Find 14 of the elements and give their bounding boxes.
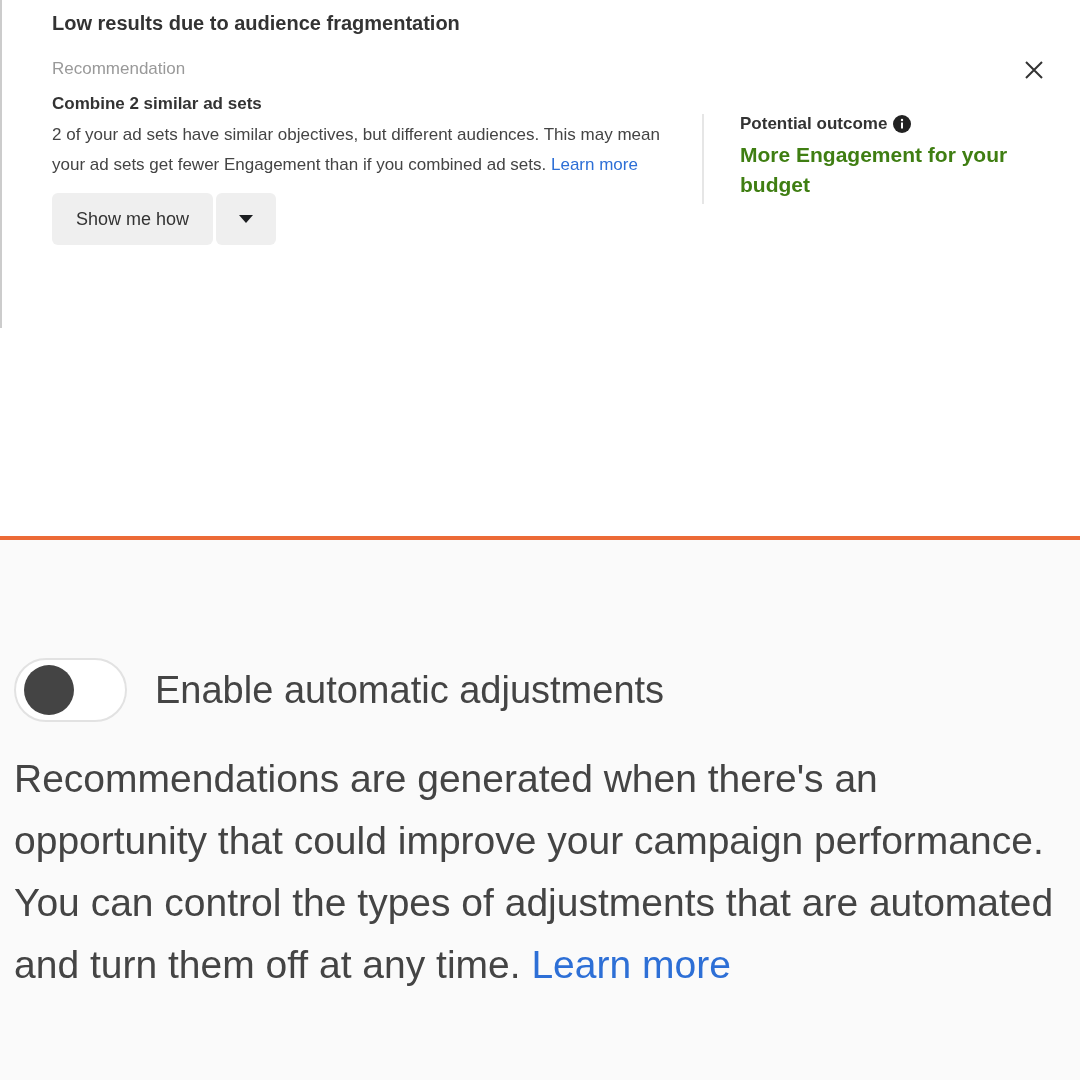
close-icon[interactable] <box>1024 60 1044 80</box>
recommendation-description: 2 of your ad sets have similar objectives, but different audiences. This may mean your ad sets get fewer Engagement than if you combined ad sets. Learn more <box>52 124 661 176</box>
show-me-how-button[interactable]: Show me how <box>52 193 214 245</box>
learn-more-link[interactable]: Learn more <box>550 155 638 174</box>
learn-more-link[interactable]: Learn more <box>531 943 731 986</box>
toggle-label: Enable automatic adjustments <box>155 668 665 712</box>
caret-icon <box>239 215 254 223</box>
outcome-label: Potential outcome <box>740 114 888 134</box>
card-title: Low results due to audience fragmentation <box>52 12 461 35</box>
outcome-value: More Engagement for your budget <box>740 142 1009 198</box>
recommendation-label: Recommendation <box>52 59 187 79</box>
recommendation-heading: Combine 2 similar ad sets <box>52 94 263 114</box>
info-icon[interactable] <box>893 115 912 133</box>
automation-description: Recommendations are generated when there's an opportunity that could improve your campaign performance. You can control the types of adjustments that are automated and turn them off at any time. Learn more <box>14 756 1054 988</box>
